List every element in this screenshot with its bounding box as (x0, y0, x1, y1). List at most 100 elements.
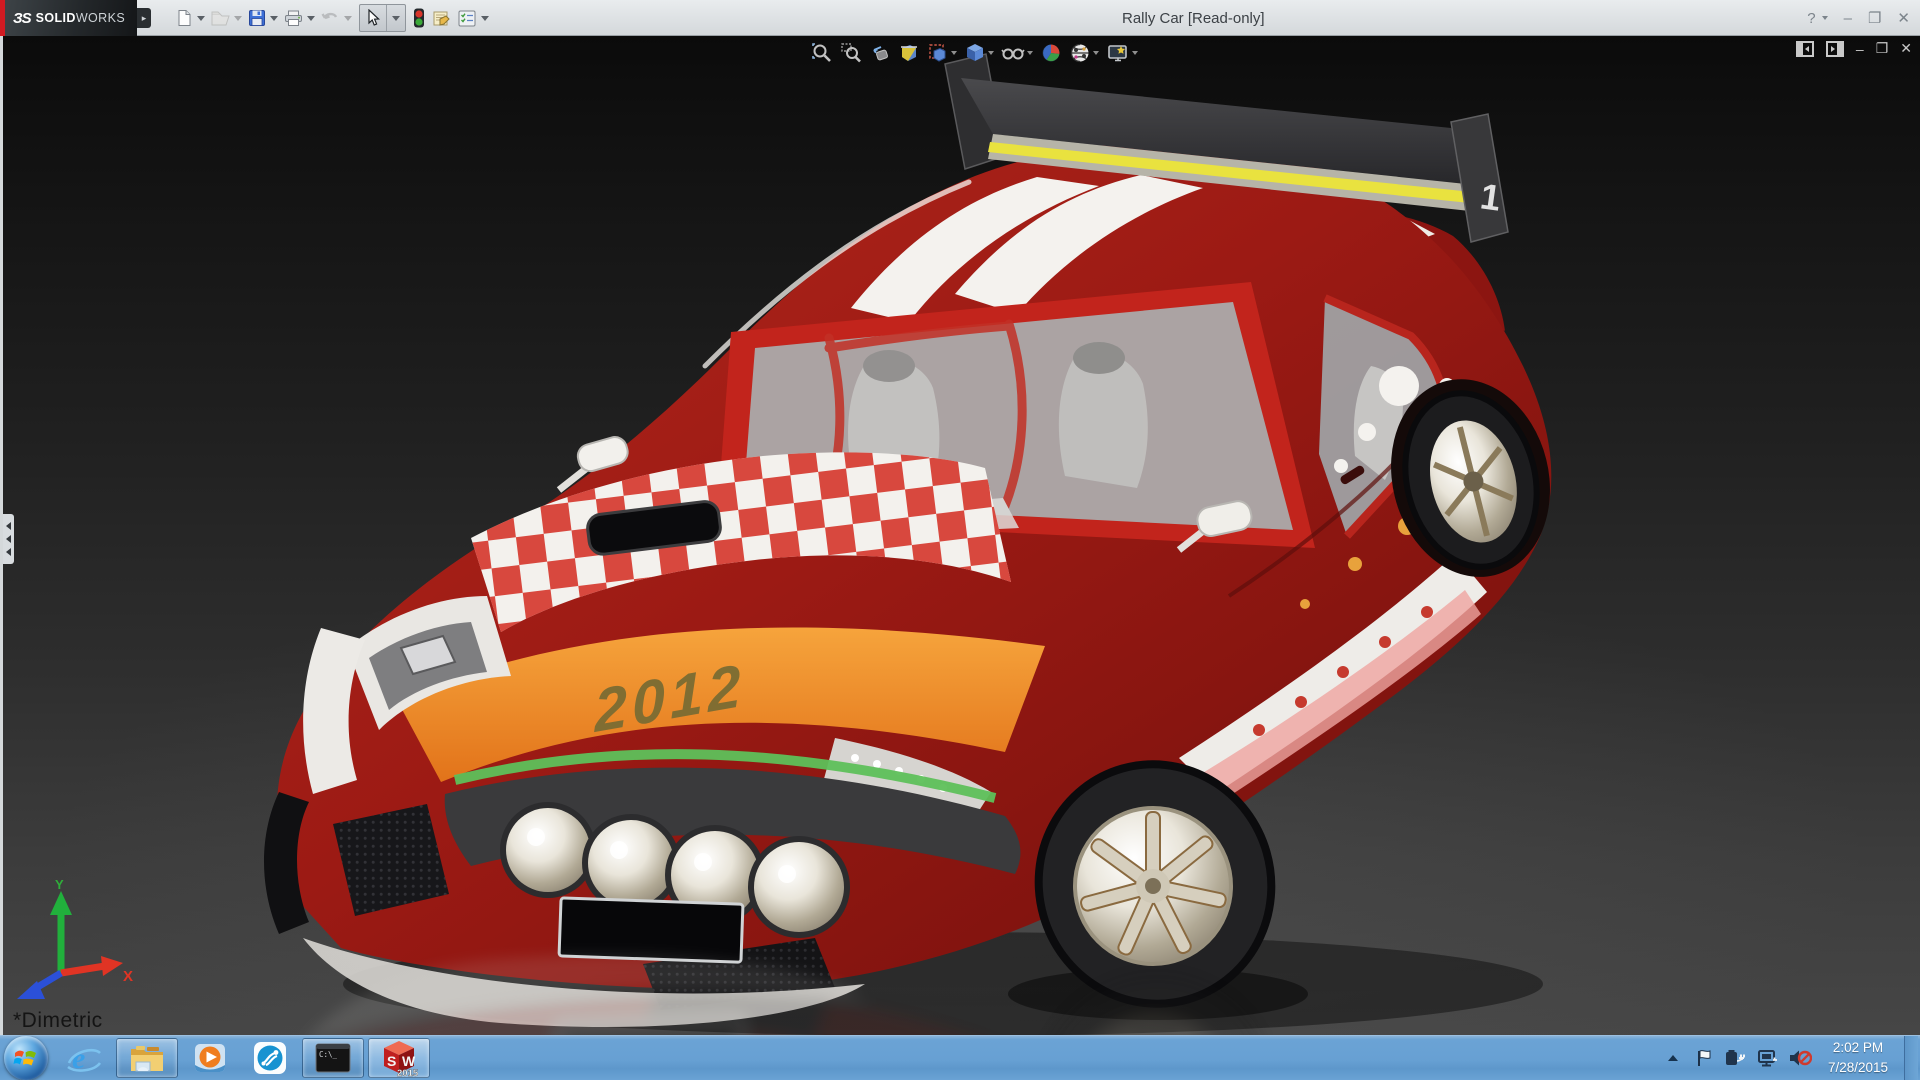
tray-clock[interactable]: 2:02 PM 7/28/2015 (1828, 1038, 1888, 1077)
apply-scene-button[interactable] (1067, 40, 1101, 66)
expand-panel-right-icon[interactable] (1825, 40, 1844, 57)
dropdown-caret-icon[interactable] (1093, 51, 1099, 55)
3d-viewport-canvas[interactable]: 2012 1 (3, 36, 1920, 1035)
display-style-button[interactable] (999, 40, 1035, 66)
dropdown-caret-icon[interactable] (392, 15, 400, 21)
previous-view-icon (873, 46, 888, 61)
display-style-icon (1001, 48, 1025, 60)
command-prompt-label: C:\_ (319, 1050, 338, 1059)
collapse-panel-left-icon[interactable] (1795, 40, 1814, 57)
close-button[interactable]: ✕ (1897, 9, 1910, 27)
minimize-button[interactable]: – (1844, 10, 1852, 27)
headsup-view-toolbar (809, 39, 1140, 67)
reference-triad[interactable]: Y X (3, 877, 143, 1007)
menu-expand-arrow-icon[interactable]: ▸ (137, 8, 151, 28)
clock-date: 7/28/2015 (1827, 1060, 1888, 1075)
show-hidden-icons-button[interactable] (1667, 1055, 1678, 1061)
save-button[interactable] (245, 3, 281, 33)
doc-close-button[interactable]: ✕ (1900, 40, 1912, 57)
doc-minimize-button[interactable]: – (1856, 41, 1864, 57)
brand-name-bold: SOLID (35, 11, 76, 25)
apply-scene-icon (1070, 43, 1089, 63)
taskbar-item-file-explorer[interactable] (116, 1038, 178, 1078)
file-properties-button[interactable] (428, 3, 454, 33)
options-icon (458, 10, 476, 26)
command-prompt-icon: C:\_ (315, 1043, 351, 1073)
doc-restore-button[interactable]: ❐ (1876, 40, 1889, 57)
undo-icon (321, 12, 338, 20)
save-icon (249, 10, 265, 26)
zoom-to-fit-button[interactable] (809, 40, 835, 66)
zoom-to-area-button[interactable] (838, 40, 864, 66)
share-app-icon (254, 1042, 286, 1074)
dropdown-caret-icon[interactable] (234, 15, 242, 21)
edit-appearance-icon (1042, 44, 1060, 62)
sw-letter-s: S (387, 1053, 396, 1069)
chevron-left-icon (6, 522, 11, 530)
featuremanager-collapse-tab[interactable] (3, 514, 14, 564)
select-tool-group (359, 4, 406, 32)
view-orientation-label: *Dimetric (13, 1009, 103, 1032)
previous-view-button[interactable] (867, 40, 893, 66)
action-center-flag-icon[interactable] (1694, 1048, 1714, 1068)
chevron-left-icon (6, 548, 11, 556)
3ds-logo-glyph: ЗS (13, 9, 32, 27)
triad-x-label: X (123, 968, 133, 985)
annotation-views-icon (929, 44, 946, 62)
window-title: Rally Car [Read-only] (1122, 9, 1265, 27)
taskbar: e C:\_ S W 2015 2:02 PM 7/28/2015 (0, 1035, 1920, 1080)
volume-muted-icon[interactable] (1788, 1048, 1812, 1068)
view-orientation-button[interactable] (962, 40, 996, 66)
clock-time: 2:02 PM (1832, 1040, 1884, 1056)
rebuild-button[interactable] (410, 3, 428, 33)
dropdown-caret-icon[interactable] (481, 15, 489, 21)
open-button[interactable] (208, 3, 245, 33)
view-orientation-icon (967, 44, 983, 61)
print-button[interactable] (281, 3, 318, 33)
file-explorer-icon (131, 1046, 163, 1072)
taskbar-item-solidworks[interactable]: S W 2015 (368, 1038, 430, 1078)
windows-logo-icon (13, 1050, 36, 1066)
help-button[interactable]: ? (1807, 10, 1815, 27)
dropdown-caret-icon[interactable] (951, 51, 957, 55)
power-plug-icon[interactable] (1724, 1048, 1746, 1068)
open-icon (211, 11, 230, 26)
restore-button[interactable]: ❐ (1868, 9, 1881, 27)
options-button[interactable] (454, 3, 492, 33)
taskbar-item-media-player[interactable] (182, 1038, 238, 1078)
undo-button[interactable] (318, 3, 355, 33)
print-icon (285, 10, 302, 26)
help-dropdown-caret-icon[interactable] (1821, 16, 1828, 20)
triad-y-label: Y (55, 877, 64, 892)
view-settings-button[interactable] (1104, 40, 1140, 66)
title-bar-controls: ? – ❐ ✕ (1807, 0, 1910, 36)
edit-appearance-button[interactable] (1038, 40, 1064, 66)
select-button[interactable] (360, 5, 386, 31)
select-cursor-icon (368, 9, 381, 26)
dropdown-caret-icon[interactable] (988, 51, 994, 55)
view-settings-icon (1108, 45, 1127, 62)
taskbar-item-command-prompt[interactable]: C:\_ (302, 1038, 364, 1078)
solidworks-window: ЗS SOLID WORKS ▸ Rally Car [Read-only] ?… (0, 0, 1920, 1080)
solidworks-icon: S W 2015 (384, 1041, 418, 1077)
annotation-views-button[interactable] (925, 40, 959, 66)
zoom-to-area-icon (841, 43, 861, 63)
graphics-area[interactable]: 2012 1 – ❐ ✕ Y X *Dimetric (0, 36, 1920, 1035)
network-icon[interactable] (1756, 1048, 1778, 1068)
dropdown-caret-icon[interactable] (344, 15, 352, 21)
start-button[interactable] (4, 1036, 48, 1080)
dropdown-caret-icon[interactable] (307, 15, 315, 21)
show-desktop-button[interactable] (1904, 1035, 1918, 1080)
dropdown-caret-icon[interactable] (270, 15, 278, 21)
taskbar-item-share-app[interactable] (242, 1038, 298, 1078)
dropdown-caret-icon[interactable] (1027, 51, 1033, 55)
taskbar-item-internet-explorer[interactable]: e (56, 1038, 112, 1078)
section-view-button[interactable] (896, 40, 922, 66)
new-document-button[interactable] (172, 3, 208, 33)
system-tray: 2:02 PM 7/28/2015 (1667, 1035, 1920, 1080)
document-window-controls: – ❐ ✕ (1795, 40, 1912, 57)
sw-letter-w: W (402, 1053, 416, 1069)
select-dropdown-button[interactable] (386, 5, 405, 31)
dropdown-caret-icon[interactable] (197, 15, 205, 21)
dropdown-caret-icon[interactable] (1132, 51, 1138, 55)
